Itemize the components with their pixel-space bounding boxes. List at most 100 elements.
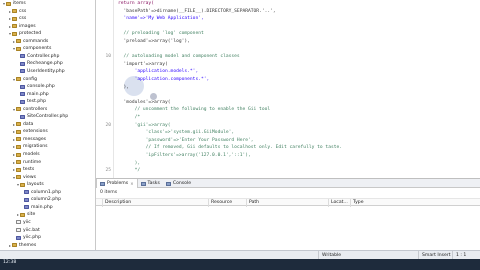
code-token: // preloading 'log' component — [118, 31, 204, 37]
problems-table-header: Description Resource Path Locat... Type — [96, 198, 480, 207]
tree-item[interactable]: main.php — [16, 91, 49, 98]
file-icon — [16, 228, 21, 232]
code-token: 'application.components.*', — [118, 77, 210, 82]
tree-item-label: items — [13, 1, 26, 6]
os-taskbar: 12:38 — [0, 259, 480, 270]
folder-icon — [16, 167, 21, 172]
code-line[interactable]: 'ipFilters'=>array('127.0.0.1','::1'), — [118, 152, 251, 160]
code-line[interactable]: 'name'=>'My Web Application', — [118, 15, 204, 23]
tree-item[interactable]: Controller.php — [16, 53, 59, 60]
line-number: 20 — [105, 122, 111, 128]
column-header[interactable]: Resource — [208, 199, 232, 207]
tree-item[interactable]: ▸ css — [8, 8, 26, 15]
tree-item[interactable]: ▾ config — [12, 76, 37, 83]
tree-item[interactable]: UserIdentity.php — [16, 68, 65, 75]
code-token: 'application.models.*', — [118, 69, 199, 75]
tree-item[interactable]: ▸ images — [8, 23, 36, 30]
tree-item-label: controllers — [23, 106, 48, 112]
project-explorer-tree[interactable]: ▾ items ▸ css ▸ css ▸ images ▾ protected ▸ commands… — [0, 0, 96, 250]
php-file-icon — [20, 69, 25, 74]
tree-item[interactable]: ▾ layouts — [16, 181, 44, 188]
code-editor[interactable]: return array( 'basePath'=>dirname(__FILE… — [114, 0, 480, 178]
column-header[interactable]: Type — [350, 199, 364, 207]
folder-icon — [16, 129, 21, 134]
tree-item[interactable]: ▸ themes — [8, 242, 36, 249]
tree-item[interactable]: Recheange.php — [16, 60, 63, 67]
code-line[interactable]: 'application.models.*', — [118, 68, 199, 76]
tab-tasks[interactable]: Tasks — [138, 179, 163, 188]
tab-label: Problems — [107, 181, 129, 186]
code-line[interactable]: // preloading 'log' component — [118, 30, 204, 38]
code-line[interactable]: /* — [118, 114, 141, 122]
code-line[interactable]: // autoloading model and component class… — [118, 53, 240, 61]
line-number: 25 — [105, 168, 111, 174]
code-line[interactable]: return array( — [118, 0, 154, 8]
column-header[interactable]: Path — [246, 199, 259, 207]
php-file-icon — [20, 61, 25, 66]
tab-problems[interactable]: Problems × — [96, 179, 138, 188]
tree-item[interactable]: ▸ extensions — [12, 128, 48, 135]
tree-item[interactable]: column2.php — [20, 196, 61, 203]
code-line[interactable]: 'import'=>array( — [118, 61, 168, 69]
code-line[interactable]: 'basePath'=>dirname(__FILE__).DIRECTORY_… — [118, 8, 276, 16]
tree-item[interactable]: ▸ data — [12, 121, 33, 128]
tab-console[interactable]: Console — [163, 179, 194, 188]
tree-item[interactable]: test.php — [16, 98, 46, 105]
tree-item[interactable]: ▾ items — [2, 0, 26, 7]
tree-item[interactable]: ▾ components — [12, 45, 51, 52]
code-line[interactable]: // If removed, Gii defaults to localhost… — [118, 144, 342, 152]
tree-item-label: yiic — [23, 219, 31, 225]
tree-item-label: messages — [23, 136, 47, 142]
tree-item[interactable]: yiic — [12, 219, 31, 226]
folder-icon — [20, 212, 25, 217]
close-tab-icon[interactable]: × — [130, 181, 133, 186]
tree-item[interactable]: ▸ site — [16, 211, 35, 218]
tree-item[interactable]: ▸ commands — [12, 38, 48, 45]
folder-icon — [12, 24, 17, 29]
column-header[interactable]: Description — [102, 199, 131, 207]
tree-item[interactable]: ▾ controllers — [12, 106, 47, 113]
tree-item[interactable]: SiteController.php — [16, 113, 68, 120]
code-line[interactable]: 'application.components.*', — [118, 76, 210, 84]
tree-item-label: config — [23, 76, 38, 82]
items-count-label: 0 items — [100, 190, 118, 195]
code-token: // If removed, Gii defaults to localhost… — [118, 145, 343, 151]
tree-item[interactable]: ▸ css — [8, 15, 26, 22]
code-line[interactable]: ), — [118, 160, 141, 168]
folder-icon — [6, 1, 11, 6]
tree-item[interactable]: ▸ runtime — [12, 159, 41, 166]
tree-item[interactable]: column1.php — [20, 189, 61, 196]
tree-item[interactable]: ▸ migrations — [12, 143, 48, 150]
column-header[interactable]: Locat... — [328, 199, 348, 207]
tree-item[interactable]: main.php — [20, 204, 53, 211]
tree-item-label: css — [19, 8, 27, 14]
tree-item[interactable]: console.php — [16, 83, 55, 90]
code-line[interactable]: 'modules'=>array( — [118, 99, 171, 107]
tasks-view-icon — [140, 181, 146, 186]
code-line[interactable]: 'password'=>'Enter Your Password Here', — [118, 137, 254, 145]
tree-item[interactable]: ▾ views — [12, 174, 36, 181]
tree-item-label: UserIdentity.php — [27, 68, 65, 74]
tree-item-label: Controller.php — [27, 53, 60, 59]
code-token: 'basePath'=>dirname(__FILE__).DIRECTORY_… — [118, 8, 276, 14]
code-line[interactable]: 'preload'=>array('log'), — [118, 38, 190, 46]
folder-icon — [16, 144, 21, 149]
tree-item[interactable]: yiic.php — [12, 234, 41, 241]
code-line[interactable]: */ — [118, 167, 141, 175]
tree-item-label: SiteController.php — [27, 114, 69, 120]
code-token: // uncomment the following to enable the… — [118, 107, 271, 113]
tree-item[interactable]: ▸ tests — [12, 166, 34, 173]
tree-item-label: themes — [19, 242, 37, 248]
tree-item[interactable]: ▸ messages — [12, 136, 46, 143]
code-line[interactable]: ), — [118, 84, 130, 92]
tree-item[interactable]: yiic.bat — [12, 227, 40, 234]
tree-item[interactable]: ▸ models — [12, 151, 40, 158]
code-line[interactable]: 'gii'=>array( — [118, 122, 171, 130]
code-line[interactable]: // uncomment the following to enable the… — [118, 106, 271, 114]
tree-item-label: migrations — [23, 144, 48, 150]
folder-icon — [16, 39, 21, 44]
tree-item[interactable]: ▾ protected — [8, 30, 41, 37]
tree-item-label: site — [27, 212, 36, 218]
tree-item-label: main.php — [27, 91, 49, 97]
code-line[interactable]: 'class'=>'system.gii.GiiModule', — [118, 129, 235, 137]
